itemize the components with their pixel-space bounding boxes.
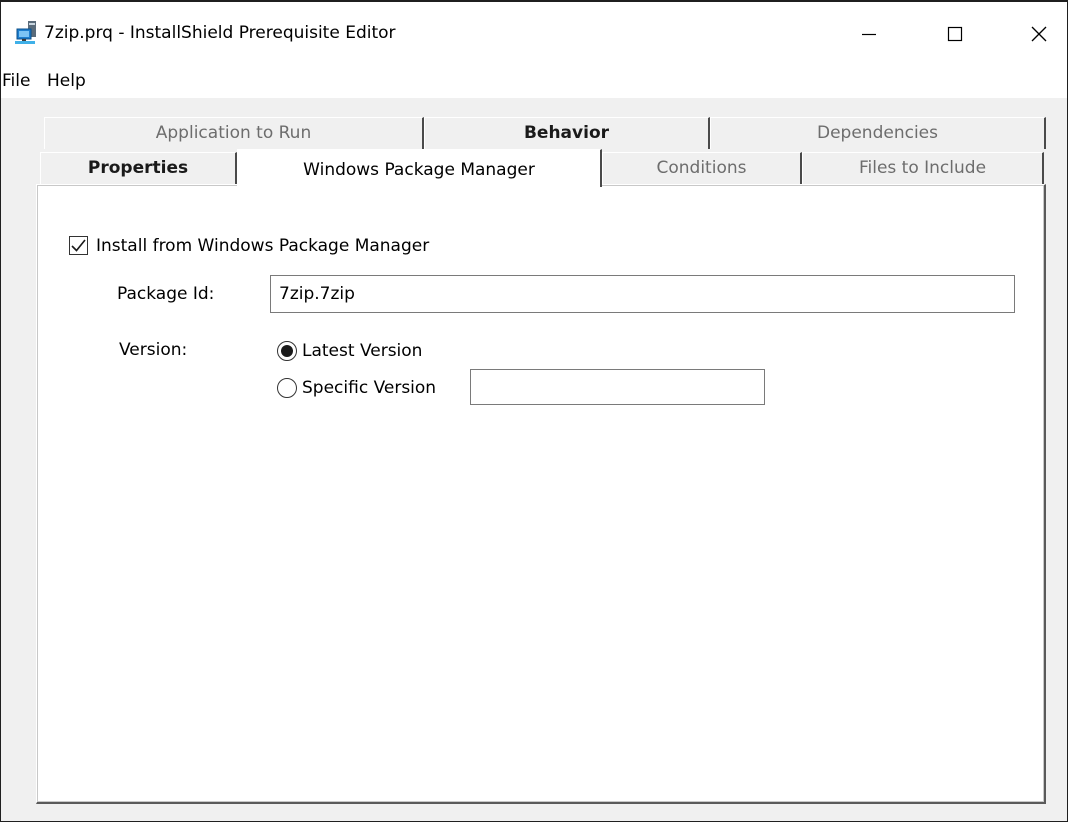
minimize-button[interactable] (846, 14, 892, 54)
package-id-label: Package Id: (117, 284, 215, 304)
tab-windows-package-manager[interactable]: Windows Package Manager (237, 149, 602, 187)
latest-version-label: Latest Version (302, 341, 423, 361)
close-button[interactable] (1016, 14, 1062, 54)
maximize-button[interactable] (932, 14, 978, 54)
install-from-wpm-checkbox[interactable] (69, 236, 88, 255)
menu-file[interactable]: File (0, 68, 34, 94)
tab-application-to-run[interactable]: Application to Run (44, 117, 424, 149)
minimize-icon (862, 33, 876, 36)
tab-properties[interactable]: Properties (40, 152, 237, 185)
radio-selected-dot (281, 345, 293, 357)
specific-version-radio[interactable] (277, 378, 297, 398)
menu-bar: File Help (0, 64, 1068, 98)
checkmark-icon (71, 239, 86, 252)
specific-version-input[interactable] (470, 369, 765, 405)
tab-dependencies[interactable]: Dependencies (710, 117, 1046, 149)
install-from-wpm-label: Install from Windows Package Manager (96, 236, 430, 256)
title-bar: 7zip.prq - InstallShield Prerequisite Ed… (0, 0, 1068, 64)
tab-conditions[interactable]: Conditions (602, 152, 802, 185)
package-id-input[interactable] (270, 275, 1015, 313)
tab-files-to-include[interactable]: Files to Include (802, 152, 1044, 185)
menu-help[interactable]: Help (43, 68, 90, 94)
close-icon (1031, 26, 1047, 42)
computer-network-icon (14, 20, 40, 46)
window-title: 7zip.prq - InstallShield Prerequisite Ed… (44, 23, 396, 43)
latest-version-radio[interactable] (277, 341, 297, 361)
version-label: Version: (119, 340, 188, 360)
maximize-icon (947, 26, 963, 42)
specific-version-label: Specific Version (302, 378, 437, 398)
tab-behavior[interactable]: Behavior (424, 117, 710, 149)
